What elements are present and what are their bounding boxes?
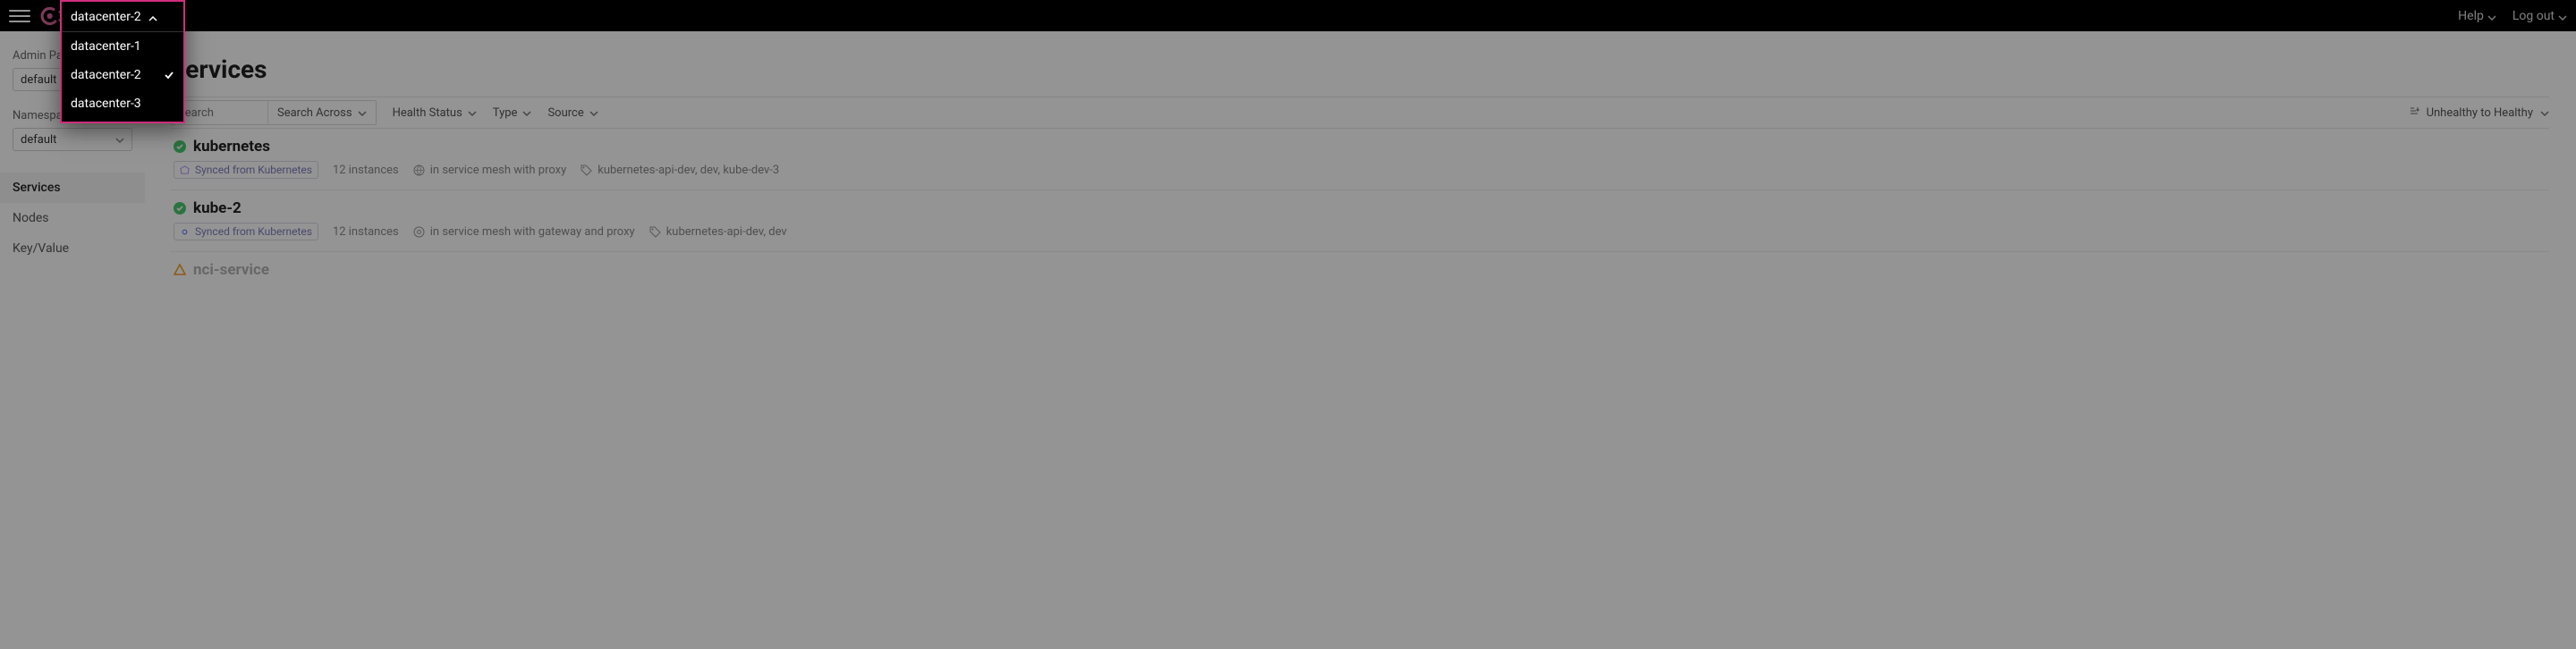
chevron-down-icon (115, 135, 124, 144)
status-ok-icon (174, 140, 186, 153)
tags-text: kubernetes-api-dev, dev, kube-dev-3 (597, 164, 779, 177)
synced-badge: Synced from Kubernetes (174, 161, 318, 179)
datacenter-option-label: datacenter-3 (71, 97, 141, 111)
datacenter-option[interactable]: datacenter-3 (62, 89, 183, 118)
namespace-value: default (21, 133, 56, 147)
admin-partition-value: default (21, 73, 56, 87)
status-ok-icon (174, 202, 186, 215)
datacenter-option-label: datacenter-2 (71, 68, 141, 82)
service-tags: kubernetes-api-dev, dev (649, 225, 787, 239)
synced-badge: Synced from Kubernetes (174, 223, 318, 240)
sidebar: Admin Partition default Namespace defaul… (0, 31, 145, 649)
service-name: kubernetes (193, 138, 270, 156)
chevron-up-icon (148, 13, 157, 21)
datacenter-dropdown-panel: datacenter-2 datacenter-1 datacenter-2 d… (60, 0, 185, 123)
sidebar-item-nodes[interactable]: Nodes (0, 203, 145, 233)
service-row[interactable]: kube-2 Synced from Kubernetes 12 instanc… (170, 190, 2549, 252)
datacenter-current-label: datacenter-2 (71, 10, 141, 24)
mesh-icon (413, 164, 425, 176)
search-across-dropdown[interactable]: Search Across (267, 101, 376, 124)
help-label: Help (2458, 9, 2484, 23)
chevron-down-icon (2487, 12, 2496, 21)
filter-label: Health Status (393, 106, 462, 120)
tag-icon (580, 164, 592, 176)
main-content: Services Search Across Health Status Typ… (170, 31, 2549, 649)
search-box: Search Across (170, 100, 377, 125)
service-row[interactable]: kubernetes Synced from Kubernetes 12 ins… (170, 129, 2549, 190)
sidebar-item-services[interactable]: Services (0, 173, 145, 203)
service-name: nci-service (193, 261, 269, 279)
tags-text: kubernetes-api-dev, dev (666, 225, 787, 239)
filter-health-status[interactable]: Health Status (393, 106, 477, 120)
service-row[interactable]: nci-service (170, 252, 2549, 290)
mesh-text: in service mesh with gateway and proxy (430, 225, 635, 239)
chevron-down-icon (2540, 108, 2549, 117)
help-menu[interactable]: Help (2458, 9, 2496, 23)
search-across-label: Search Across (277, 106, 352, 120)
kubernetes-icon (180, 227, 190, 237)
synced-badge-text: Synced from Kubernetes (195, 225, 312, 238)
mesh-gateway-icon (413, 226, 425, 238)
services-list: kubernetes Synced from Kubernetes 12 ins… (170, 129, 2549, 290)
datacenter-option[interactable]: datacenter-1 (62, 32, 183, 61)
logout-label: Log out (2512, 9, 2555, 23)
sort-label: Unhealthy to Healthy (2427, 106, 2533, 120)
datacenter-dropdown-header[interactable]: datacenter-2 (62, 2, 183, 32)
chevron-down-icon (2558, 12, 2567, 21)
sort-dropdown[interactable]: Unhealthy to Healthy (2409, 105, 2549, 120)
mesh-info: in service mesh with gateway and proxy (413, 225, 635, 239)
instance-count: 12 instances (333, 164, 399, 177)
menu-toggle-button[interactable] (9, 5, 30, 27)
datacenter-option[interactable]: datacenter-2 (62, 61, 183, 89)
sidebar-nav: Services Nodes Key/Value (0, 173, 145, 264)
sidebar-item-label: Services (13, 181, 61, 195)
logout-menu[interactable]: Log out (2512, 9, 2567, 23)
sort-icon (2409, 105, 2419, 120)
filter-label: Type (493, 106, 518, 120)
mesh-info: in service mesh with proxy (413, 164, 566, 177)
chevron-down-icon (358, 108, 367, 117)
search-input[interactable] (171, 101, 267, 124)
chevron-down-icon (468, 108, 477, 117)
sidebar-item-keyvalue[interactable]: Key/Value (0, 233, 145, 264)
chevron-down-icon (589, 108, 598, 117)
sidebar-item-label: Nodes (13, 211, 49, 225)
page-title: Services (170, 55, 2549, 84)
namespace-select[interactable]: default (13, 128, 132, 151)
chevron-down-icon (522, 108, 531, 117)
service-name: kube-2 (193, 199, 242, 217)
check-icon (164, 70, 174, 80)
sidebar-item-label: Key/Value (13, 241, 69, 256)
status-warn-icon (174, 264, 186, 276)
synced-badge-text: Synced from Kubernetes (195, 164, 312, 176)
mesh-text: in service mesh with proxy (430, 164, 566, 177)
kubernetes-icon (180, 165, 190, 175)
services-toolbar: Search Across Health Status Type Source … (170, 97, 2549, 129)
tag-icon (649, 226, 661, 238)
instance-count: 12 instances (333, 225, 399, 239)
filter-source[interactable]: Source (547, 106, 597, 120)
filter-type[interactable]: Type (493, 106, 532, 120)
topbar: datacenter-2 Help Log out (0, 0, 2576, 31)
filter-label: Source (547, 106, 583, 120)
datacenter-option-label: datacenter-1 (71, 39, 141, 54)
service-tags: kubernetes-api-dev, dev, kube-dev-3 (580, 164, 779, 177)
